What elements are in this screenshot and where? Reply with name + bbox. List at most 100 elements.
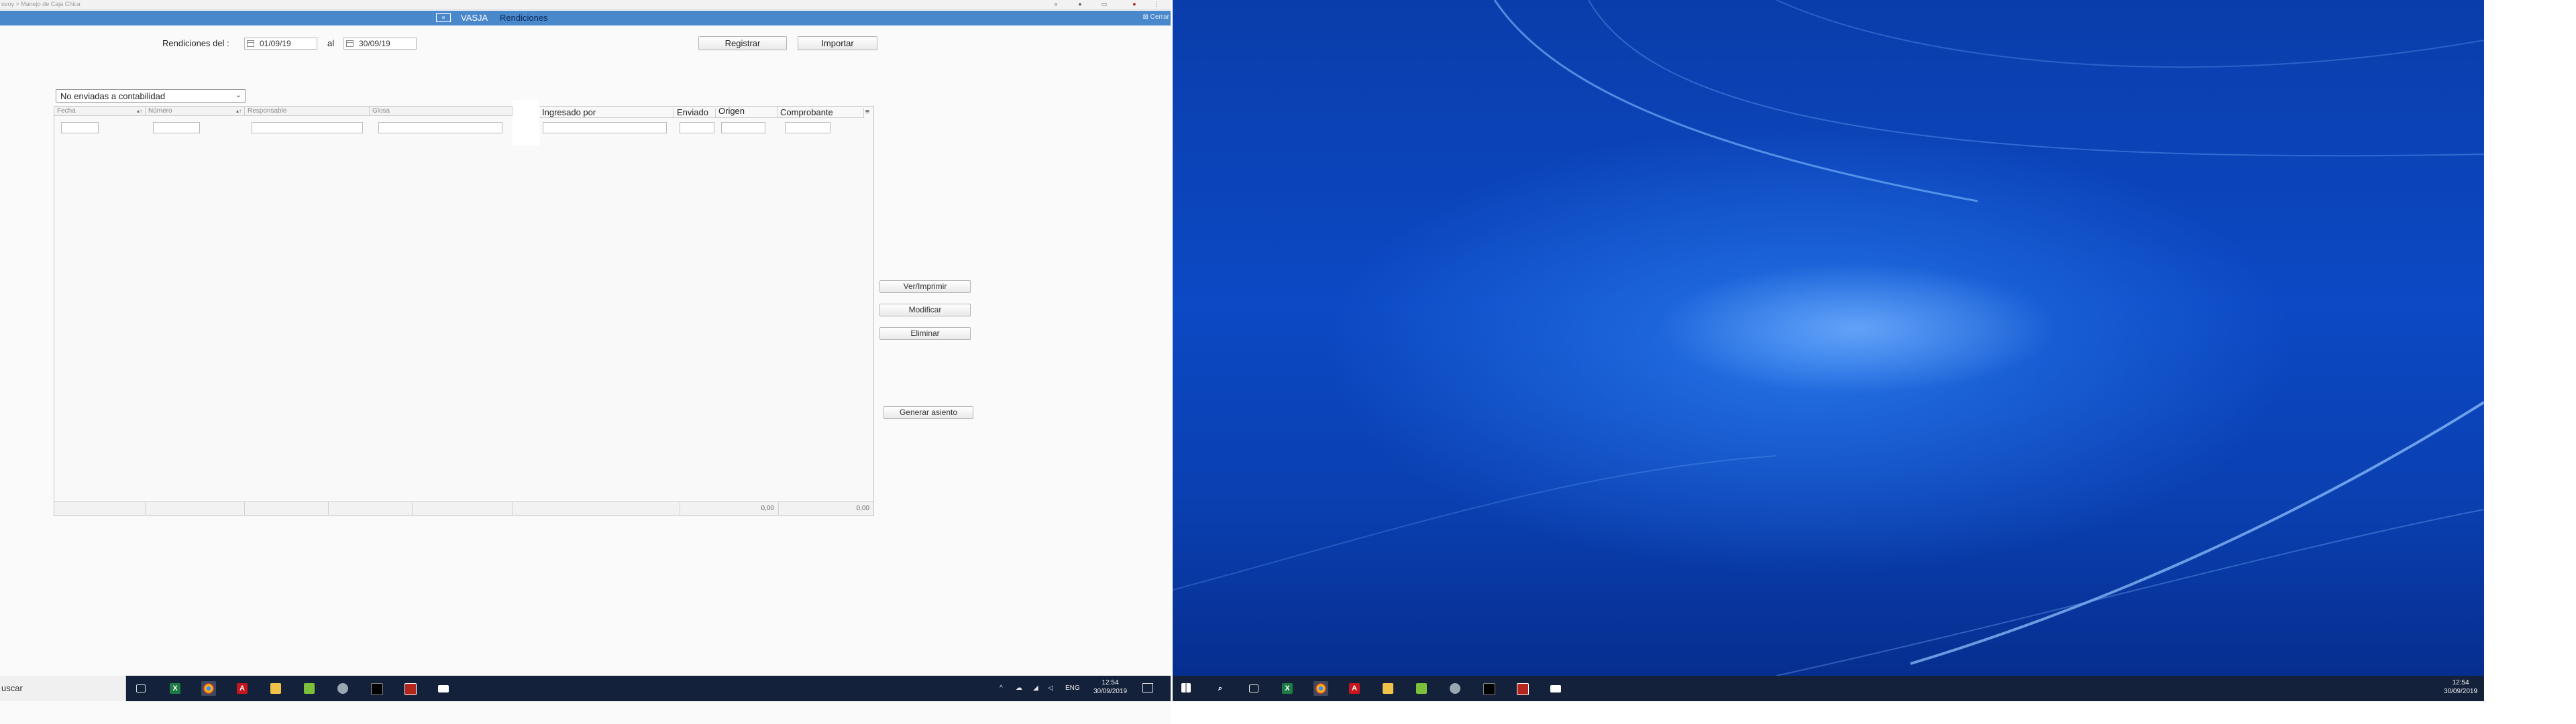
red-app-icon[interactable]	[402, 681, 417, 696]
notification-icon[interactable]	[1142, 683, 1153, 692]
rendiciones-label: Rendiciones del :	[162, 38, 229, 48]
language-indicator[interactable]: ENG	[1065, 684, 1080, 692]
filter-ingresado-input[interactable]	[543, 122, 667, 133]
register-button[interactable]: Registrar	[698, 36, 787, 50]
window-icon[interactable]	[436, 681, 451, 696]
task-view-icon[interactable]	[1246, 681, 1261, 696]
chrome-icon[interactable]	[1313, 681, 1328, 696]
search-icon[interactable]: ⌕	[1213, 681, 1228, 696]
status-dropdown[interactable]: No enviadas a contabilidad ⌄	[56, 89, 246, 103]
taskbar-search[interactable]: uscar	[0, 676, 126, 701]
modify-button[interactable]: Modificar	[879, 304, 971, 316]
clock-date[interactable]: 30/09/2019	[1090, 687, 1130, 696]
desktop-wallpaper	[1173, 0, 2484, 676]
notepad-icon[interactable]	[302, 681, 317, 696]
clock-time[interactable]: 12:54	[1090, 678, 1130, 687]
windows-start-icon[interactable]	[1179, 681, 1194, 696]
footer-cell	[329, 502, 413, 515]
column-header-label[interactable]: Origen	[718, 106, 745, 116]
column-header-comprobante[interactable]: Comprobante	[777, 108, 864, 118]
account-icon[interactable]: ●	[1130, 1, 1138, 7]
delete-button[interactable]: Eliminar	[879, 327, 971, 340]
date-from-field[interactable]: 01/09/19	[244, 38, 317, 50]
network-icon[interactable]: ◢	[1033, 684, 1038, 692]
column-header-origen[interactable]: Origen	[716, 107, 777, 118]
column-header-fecha[interactable]: Fecha ▴↑	[54, 107, 146, 116]
import-button[interactable]: Importar	[798, 36, 877, 50]
profile-icon[interactable]: ●	[1076, 1, 1084, 7]
terminal-icon[interactable]	[369, 681, 384, 696]
task-view-icon[interactable]	[133, 681, 148, 696]
column-header-label[interactable]: Ingresado por	[542, 107, 596, 117]
app-name: VASJA	[461, 13, 488, 23]
footer-total-1: 0,00	[680, 502, 779, 515]
column-header-label[interactable]: Comprobante	[780, 107, 833, 117]
status-dropdown-value[interactable]: No enviadas a contabilidad	[60, 91, 165, 101]
filter-fecha-input[interactable]	[61, 122, 99, 133]
red-app-icon[interactable]	[1515, 681, 1529, 696]
wallpaper-waves	[1173, 0, 2484, 676]
excel-icon[interactable]: X	[168, 681, 182, 696]
header-gap	[513, 100, 539, 145]
terminal-icon[interactable]	[1481, 681, 1496, 696]
chevron-up-icon[interactable]: ^	[1000, 684, 1003, 692]
snipping-tool-icon[interactable]	[1448, 681, 1462, 696]
footer-cell	[245, 502, 329, 515]
generate-entry-button[interactable]: Generar asiento	[883, 406, 973, 419]
filter-origen-input[interactable]	[721, 122, 765, 133]
view-print-button[interactable]: Ver/Imprimir	[879, 280, 971, 293]
acrobat-icon[interactable]: A	[235, 681, 250, 696]
column-header-ingresado-por[interactable]: Ingresado por	[539, 108, 674, 118]
column-header-label[interactable]: Glosa	[372, 107, 390, 115]
sort-icon[interactable]: ▴↑	[236, 107, 241, 115]
column-header-glosa[interactable]: Glosa	[370, 107, 513, 116]
clock-date[interactable]: 30/09/2019	[2440, 687, 2481, 696]
column-header-label[interactable]: Fecha	[57, 107, 76, 115]
filter-comprobante-input[interactable]	[785, 122, 830, 133]
cloud-icon[interactable]: ☁	[1016, 684, 1022, 692]
file-explorer-icon[interactable]	[268, 681, 283, 696]
hamburger-icon[interactable]: ≡	[863, 108, 871, 117]
column-header-numero[interactable]: Número ▴↑	[146, 107, 245, 116]
close-label[interactable]: Cerrar	[1150, 13, 1169, 21]
browser-breadcrumb: ovoy > Manejo de Caja Chica	[1, 1, 80, 7]
taskbar-right: ⌕ X A 12:54 30/09/2019	[1173, 676, 2484, 701]
snipping-tool-icon[interactable]	[335, 681, 350, 696]
more-icon[interactable]: ⋮	[1152, 1, 1161, 7]
column-header-label[interactable]: Número	[148, 107, 172, 115]
column-header-enviado[interactable]: Enviado	[674, 108, 716, 118]
window-icon[interactable]	[1548, 681, 1563, 696]
search-text[interactable]: uscar	[1, 683, 23, 693]
filter-enviado-input[interactable]	[680, 122, 714, 133]
date-to-field[interactable]: 30/09/19	[343, 38, 417, 50]
acrobat-icon[interactable]: A	[1347, 681, 1362, 696]
column-header-label[interactable]: Enviado	[677, 107, 708, 117]
right-blank-area	[2484, 0, 2576, 724]
volume-icon[interactable]: ◁	[1048, 684, 1053, 692]
footer-cell	[413, 502, 513, 515]
clock[interactable]: 12:54 30/09/2019	[1090, 678, 1130, 696]
excel-icon[interactable]: X	[1280, 681, 1295, 696]
notepad-icon[interactable]	[1414, 681, 1429, 696]
filter-numero-input[interactable]	[153, 122, 200, 133]
filter-responsable-input[interactable]	[252, 122, 363, 133]
module-title: Rendiciones	[500, 13, 548, 23]
date-from-value[interactable]: 01/09/19	[260, 39, 291, 48]
chevron-down-icon[interactable]: ⌄	[235, 90, 241, 99]
close-link[interactable]: ⊠ Cerrar	[1142, 13, 1169, 21]
clock[interactable]: 12:54 30/09/2019	[2440, 678, 2481, 696]
rendiciones-grid: Fecha ▴↑ Número ▴↑ Responsable Glosa Ingre…	[54, 100, 874, 516]
window-icon[interactable]: ▭	[1100, 1, 1108, 7]
calendar-icon[interactable]	[346, 40, 354, 47]
file-explorer-icon[interactable]	[1381, 681, 1395, 696]
menu-icon[interactable]: ≡	[436, 13, 451, 22]
extensions-icon[interactable]: «	[1052, 1, 1060, 7]
calendar-icon[interactable]	[247, 40, 254, 47]
clock-time[interactable]: 12:54	[2440, 678, 2481, 687]
chrome-icon[interactable]	[201, 681, 216, 696]
column-header-label[interactable]: Responsable	[248, 107, 286, 115]
sort-icon[interactable]: ▴↑	[137, 107, 142, 115]
column-header-responsable[interactable]: Responsable	[245, 107, 370, 116]
filter-glosa-input[interactable]	[378, 122, 502, 133]
date-to-value[interactable]: 30/09/19	[359, 39, 390, 48]
